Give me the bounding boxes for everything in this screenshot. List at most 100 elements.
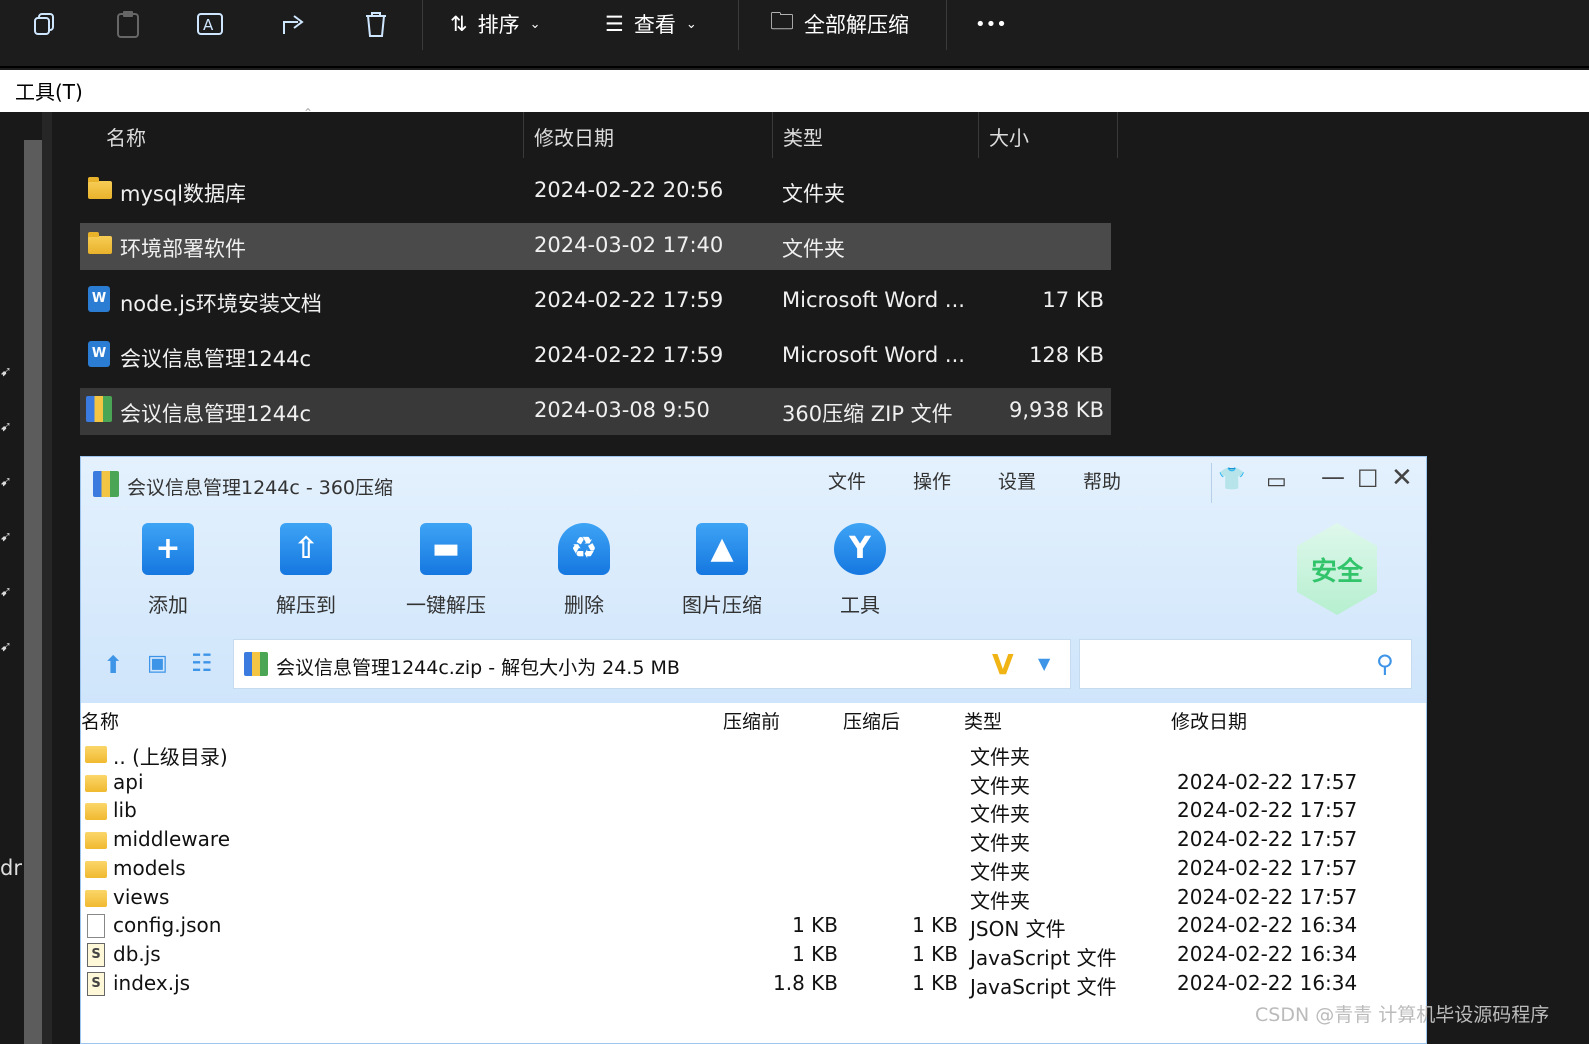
pin-icon: ➹ bbox=[0, 529, 12, 545]
watermark: CSDN @青青 计算机毕设源码程序 bbox=[1255, 1004, 1550, 1026]
col-header-type[interactable]: 类型 bbox=[773, 112, 823, 158]
extract-to-icon: ⇧ bbox=[280, 523, 332, 575]
zip-cell-type: 文件夹 bbox=[970, 802, 1030, 827]
sort-button[interactable]: ⇅ 排序 ⌄ bbox=[450, 0, 541, 48]
zip-col-before[interactable]: 压缩前 bbox=[723, 707, 780, 734]
pin-icon: ➹ bbox=[0, 639, 12, 655]
zip-app-icon bbox=[93, 471, 119, 497]
vip-icon[interactable]: V bbox=[992, 648, 1014, 681]
zip-cell-type: JavaScript 文件 bbox=[970, 945, 1117, 970]
more-button[interactable]: ••• bbox=[975, 0, 1007, 48]
zip-cell-name: db.js bbox=[113, 941, 161, 966]
zip-file-row[interactable]: lib 文件夹 2024-02-22 17:57 bbox=[81, 797, 1426, 826]
share-icon[interactable] bbox=[280, 0, 308, 48]
folder-icon bbox=[85, 803, 107, 821]
tools-icon: Y bbox=[834, 523, 886, 575]
zip-window: 会议信息管理1244c - 360压缩 文件 操作 设置 帮助 👕 ▭ — ☐ … bbox=[80, 456, 1427, 1044]
zip-cell-type: 文件夹 bbox=[970, 859, 1030, 884]
zip-cell-name: lib bbox=[113, 798, 137, 823]
zip-col-modified[interactable]: 修改日期 bbox=[1171, 707, 1247, 734]
minimize-icon[interactable]: — bbox=[1321, 463, 1345, 491]
copy-icon[interactable] bbox=[32, 0, 58, 48]
zip-file-row[interactable]: Sindex.js 1.8 KB 1 KB JavaScript 文件 2024-02-… bbox=[81, 970, 1426, 999]
thumbnail-view-icon[interactable]: ▣ bbox=[147, 651, 168, 676]
col-header-name[interactable]: 名称 bbox=[96, 112, 146, 158]
up-arrow-icon[interactable]: ⬆ bbox=[103, 651, 123, 679]
zip-cell-modified: 2024-02-22 16:34 bbox=[1177, 941, 1358, 966]
skin-icon[interactable]: 👕 bbox=[1218, 467, 1245, 492]
extract-all-button[interactable]: 🗀 全部解压缩 bbox=[770, 0, 909, 48]
zip-file-row[interactable]: middleware 文件夹 2024-02-22 17:57 bbox=[81, 826, 1426, 855]
file-row[interactable]: W 会议信息管理1244c 2024-02-22 17:59 Microsoft Wo… bbox=[80, 333, 1111, 380]
file-row[interactable]: 会议信息管理1244c 2024-03-08 9:50 360压缩 ZIP 文件 9,… bbox=[80, 388, 1111, 435]
delete-button[interactable]: ♻ 删除 bbox=[529, 523, 639, 618]
zip-file-row[interactable]: .. (上级目录) 文件夹 bbox=[81, 740, 1426, 769]
menu-bar: 工具(T) bbox=[0, 70, 1589, 112]
zip-col-type[interactable]: 类型 bbox=[964, 707, 1002, 734]
paste-icon[interactable] bbox=[115, 0, 141, 48]
zip-cell-type: JSON 文件 bbox=[970, 917, 1066, 942]
command-bar: A ⇅ 排序 ⌄ ☰ 查看 ⌄ 🗀 全部解压缩 ••• bbox=[0, 0, 1589, 68]
zip-file-row[interactable]: config.json 1 KB 1 KB JSON 文件 2024-02-22 16:… bbox=[81, 912, 1426, 941]
chevron-down-icon: ⌄ bbox=[529, 16, 541, 32]
tools-button[interactable]: Y 工具 bbox=[805, 523, 915, 618]
maximize-icon[interactable]: ☐ bbox=[1357, 465, 1379, 493]
feedback-icon[interactable]: ▭ bbox=[1266, 469, 1287, 494]
zip-cell-name: api bbox=[113, 769, 144, 794]
word-doc-icon: W bbox=[88, 286, 110, 312]
zip-cell-type: JavaScript 文件 bbox=[970, 974, 1117, 999]
zip-cell-after: 1 KB bbox=[912, 913, 958, 938]
menu-operate[interactable]: 操作 bbox=[913, 467, 951, 494]
search-input[interactable]: ⚲ bbox=[1079, 639, 1412, 689]
zip-cell-after: 1 KB bbox=[912, 970, 958, 995]
list-view-icon[interactable]: ☷ bbox=[191, 649, 213, 677]
folder-icon bbox=[85, 889, 107, 907]
address-bar[interactable]: 会议信息管理1244c.zip - 解包大小为 24.5 MB V ▼ bbox=[233, 639, 1071, 689]
menu-file[interactable]: 文件 bbox=[828, 467, 866, 494]
menu-help[interactable]: 帮助 bbox=[1083, 467, 1121, 494]
image-compress-button[interactable]: ▲ 图片压缩 bbox=[667, 523, 777, 618]
zip-col-after[interactable]: 压缩后 bbox=[843, 707, 900, 734]
col-header-modified[interactable]: 修改日期 bbox=[524, 112, 614, 158]
chevron-down-icon: ⌄ bbox=[685, 16, 697, 32]
menu-tools[interactable]: 工具(T) bbox=[15, 80, 83, 104]
pin-icon: ➹ bbox=[0, 584, 12, 600]
zip-file-row[interactable]: Sdb.js 1 KB 1 KB JavaScript 文件 2024-02-22 16… bbox=[81, 941, 1426, 970]
zip-col-name[interactable]: 名称 bbox=[81, 707, 119, 734]
dropdown-arrow-icon[interactable]: ▼ bbox=[1038, 654, 1050, 673]
word-doc-icon: W bbox=[88, 341, 110, 367]
folder-icon bbox=[88, 177, 112, 199]
recycle-icon: ♻ bbox=[558, 523, 610, 575]
search-icon[interactable]: ⚲ bbox=[1376, 650, 1394, 678]
file-row[interactable]: mysql数据库 2024-02-22 20:56 文件夹 bbox=[80, 168, 1111, 215]
nav-scrollbar[interactable] bbox=[24, 140, 42, 1044]
security-badge[interactable]: 安全 bbox=[1297, 523, 1377, 615]
zip-cell-name: views bbox=[113, 884, 170, 909]
zip-cell-modified: 2024-02-22 17:57 bbox=[1177, 769, 1358, 794]
zip-file-row[interactable]: models 文件夹 2024-02-22 17:57 bbox=[81, 855, 1426, 884]
col-header-size[interactable]: 大小 bbox=[979, 112, 1029, 158]
add-button[interactable]: + 添加 bbox=[113, 523, 223, 618]
file-row[interactable]: 环境部署软件 2024-03-02 17:40 文件夹 bbox=[80, 223, 1111, 270]
zip-file-icon bbox=[244, 652, 268, 676]
view-icon: ☰ bbox=[605, 12, 624, 36]
one-click-extract-button[interactable]: ▬ 一键解压 bbox=[391, 523, 501, 618]
window-title: 会议信息管理1244c - 360压缩 bbox=[127, 477, 394, 499]
extract-all-label: 全部解压缩 bbox=[804, 13, 909, 37]
zip-cell-modified: 2024-02-22 16:34 bbox=[1177, 913, 1358, 938]
zip-file-row[interactable]: views 文件夹 2024-02-22 17:57 bbox=[81, 884, 1426, 913]
zip-archive-icon bbox=[86, 396, 112, 422]
close-icon[interactable]: ✕ bbox=[1391, 463, 1413, 493]
zip-cell-modified: 2024-02-22 17:57 bbox=[1177, 855, 1358, 880]
view-button[interactable]: ☰ 查看 ⌄ bbox=[605, 0, 697, 48]
view-label: 查看 bbox=[633, 13, 676, 37]
one-click-extract-icon: ▬ bbox=[420, 523, 472, 575]
delete-icon[interactable] bbox=[363, 0, 389, 48]
menu-settings[interactable]: 设置 bbox=[998, 467, 1036, 494]
zip-window-header: 会议信息管理1244c - 360压缩 文件 操作 设置 帮助 👕 ▭ — ☐ … bbox=[81, 457, 1426, 703]
zip-file-row[interactable]: api 文件夹 2024-02-22 17:57 bbox=[81, 769, 1426, 798]
extract-to-button[interactable]: ⇧ 解压到 bbox=[251, 523, 361, 618]
file-row[interactable]: Wnode.js环境安装文档 2024-02-22 17:59 Microsoft … bbox=[80, 278, 1111, 325]
rename-icon[interactable]: A bbox=[196, 0, 224, 48]
svg-text:A: A bbox=[203, 16, 214, 34]
